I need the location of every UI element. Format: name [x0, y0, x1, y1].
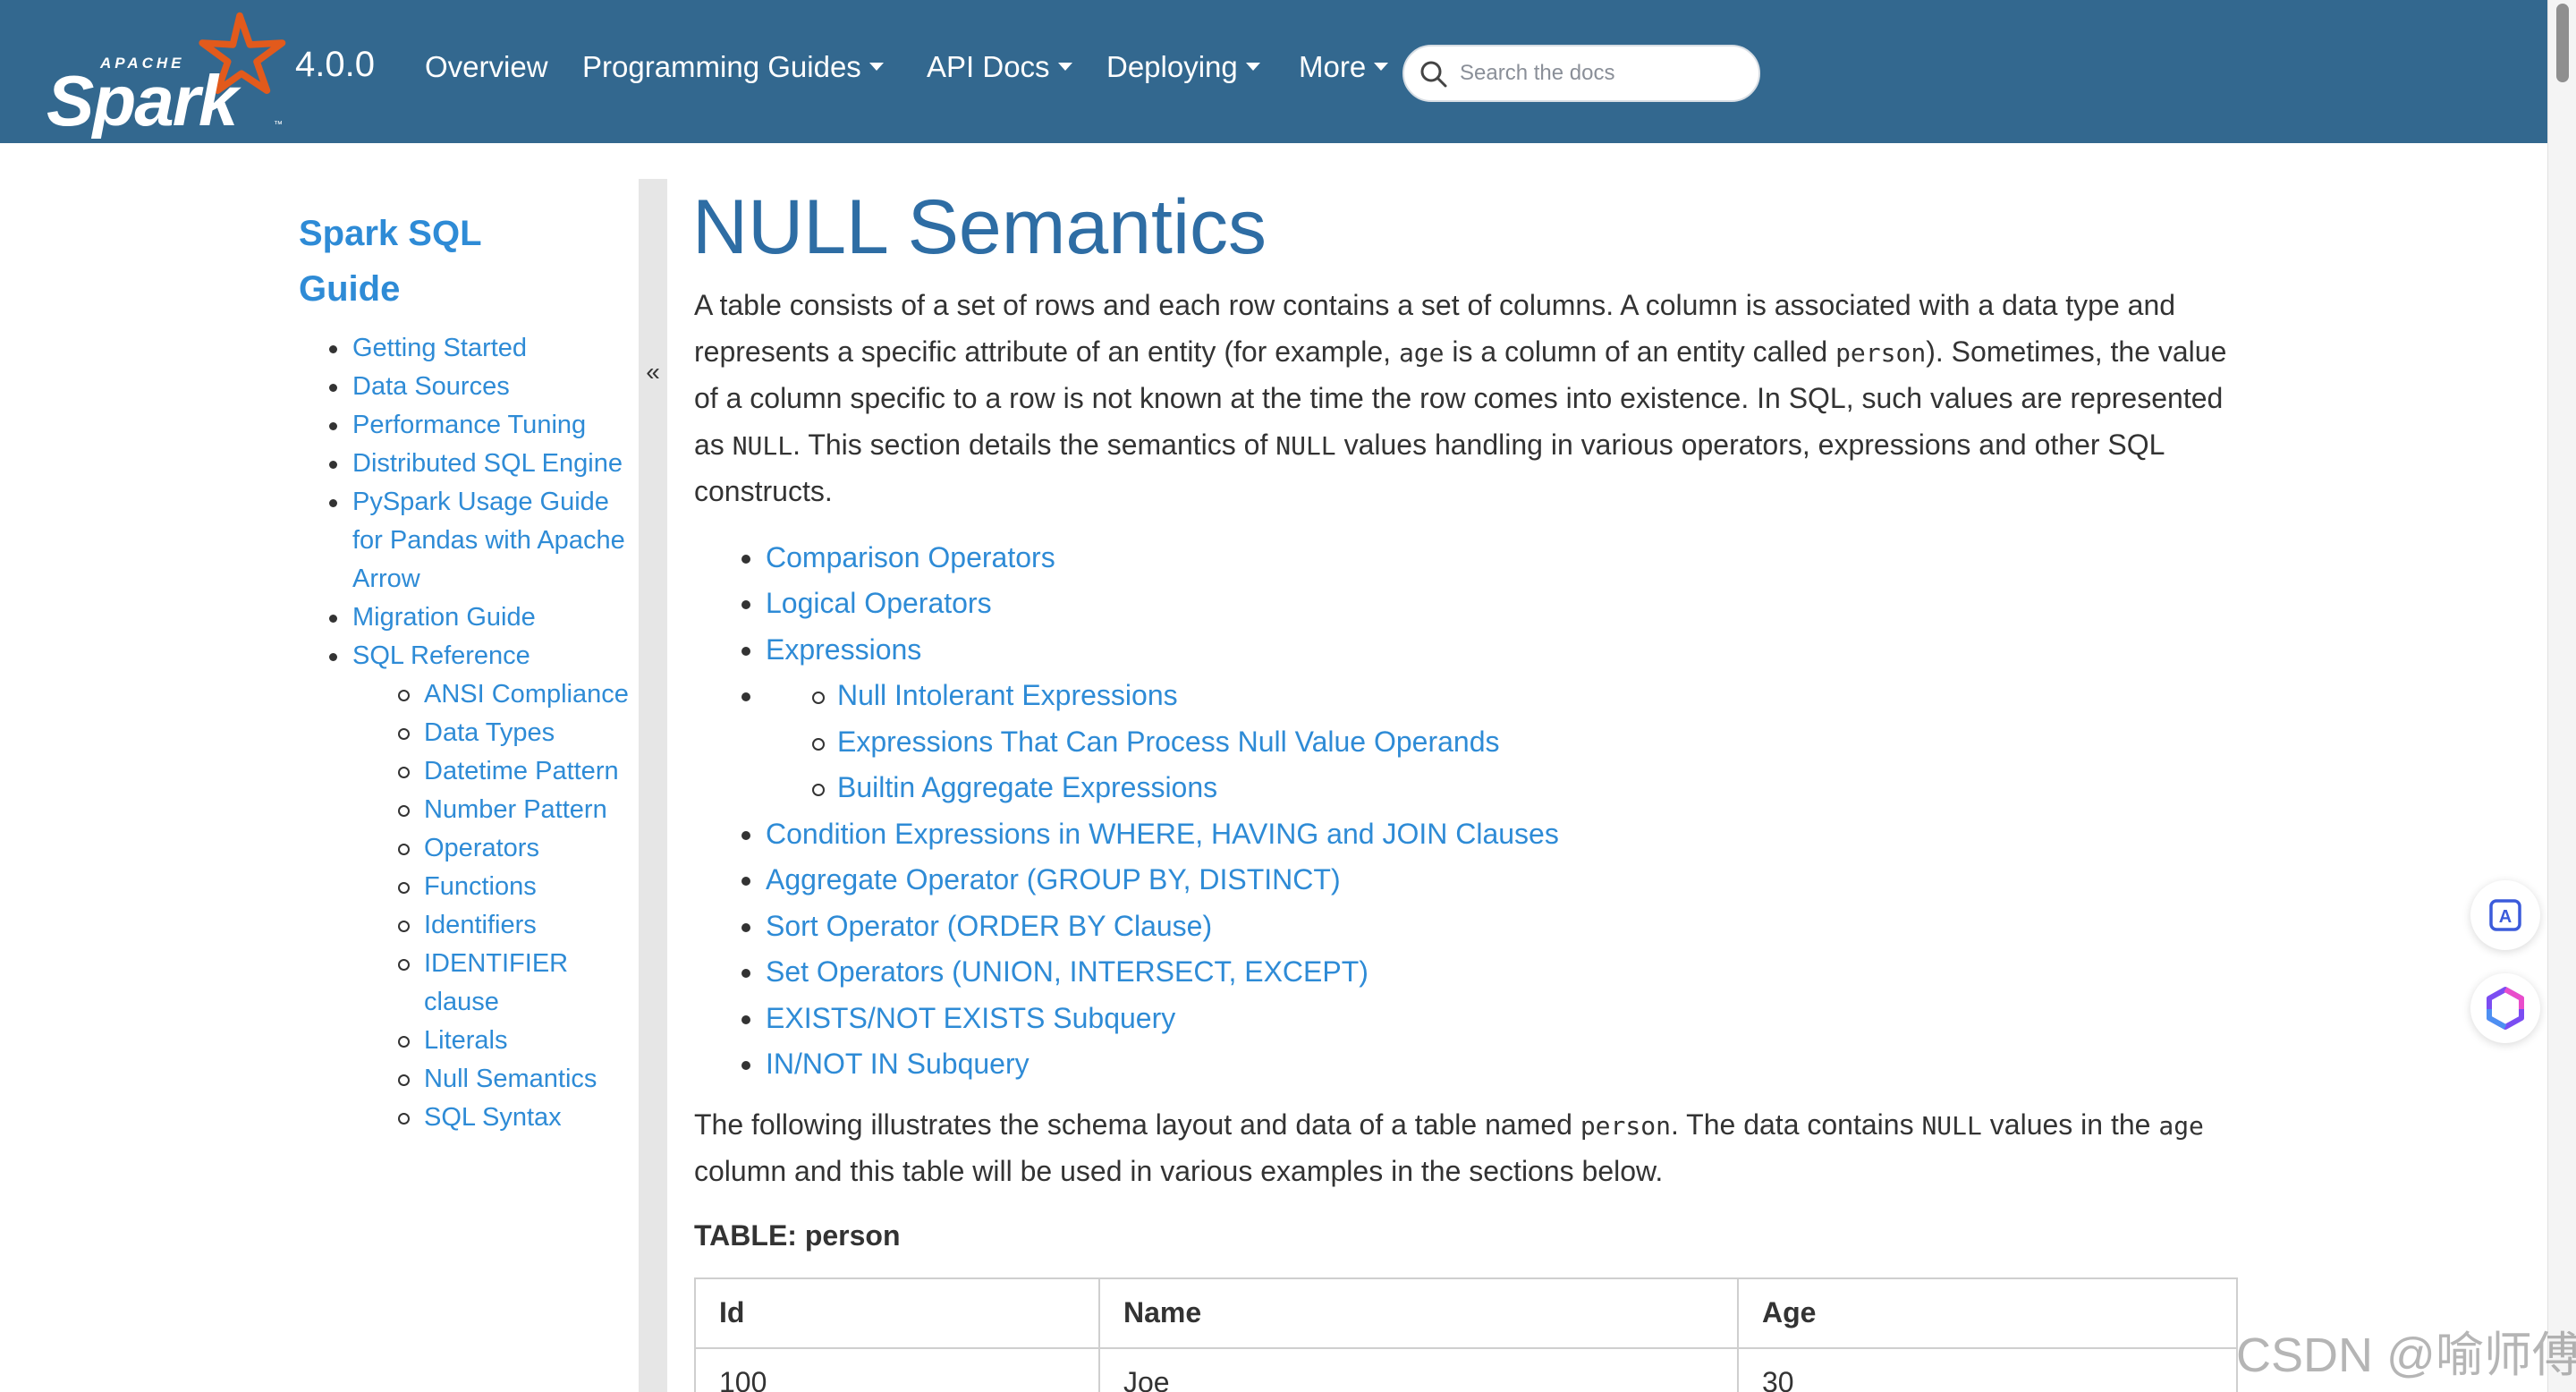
toc-exists-subquery[interactable]: EXISTS/NOT EXISTS Subquery: [694, 996, 2250, 1042]
toc-expressions[interactable]: Expressions: [694, 627, 2250, 674]
main-content: NULL Semantics A table consists of a set…: [692, 182, 2250, 1392]
search-box[interactable]: [1402, 45, 1760, 102]
caret-down-icon: [1245, 62, 1260, 71]
code-null: NULL: [1275, 430, 1336, 461]
translate-icon: A: [2489, 899, 2521, 931]
sidebar-subitem-null-semantics[interactable]: Null Semantics: [299, 1060, 639, 1099]
person-table: Id Name Age 100 Joe 30: [694, 1277, 2238, 1392]
sidebar-list: Getting Started Data Sources Performance…: [299, 329, 639, 675]
code-null: NULL: [1921, 1110, 1982, 1141]
sidebar-collapse-bar[interactable]: «: [639, 179, 667, 1392]
toc-expressions-null-operands[interactable]: Expressions That Can Process Null Value …: [694, 719, 2250, 766]
toc-comparison-operators[interactable]: Comparison Operators: [694, 535, 2250, 581]
intro-paragraph: A table consists of a set of rows and ea…: [694, 289, 2227, 507]
table-row: 100 Joe 30: [694, 1346, 2238, 1392]
toc-sort-operator[interactable]: Sort Operator (ORDER BY Clause): [694, 904, 2250, 950]
sidebar-subitem-functions[interactable]: Functions: [299, 868, 639, 906]
schema-paragraph: The following illustrates the schema lay…: [694, 1108, 2204, 1188]
table-cell: 100: [694, 1346, 1100, 1392]
caret-down-icon: [869, 62, 884, 71]
sidebar-subitem-identifiers[interactable]: Identifiers: [299, 906, 639, 945]
sidebar-subitem-operators[interactable]: Operators: [299, 829, 639, 868]
toc-builtin-aggregate-expressions[interactable]: Builtin Aggregate Expressions: [694, 765, 2250, 811]
code-age: age: [1398, 337, 1445, 368]
column-header-age: Age: [1737, 1277, 2238, 1349]
nav-overview[interactable]: Overview: [425, 50, 548, 84]
column-header-id: Id: [694, 1277, 1100, 1349]
code-age: age: [2158, 1110, 2204, 1141]
collapse-sidebar-icon[interactable]: «: [641, 358, 665, 386]
toc-condition-expressions[interactable]: Condition Expressions in WHERE, HAVING a…: [694, 811, 2250, 858]
column-header-name: Name: [1098, 1277, 1739, 1349]
toc-logical-operators[interactable]: Logical Operators: [694, 581, 2250, 627]
brand-large: Spark: [47, 61, 242, 139]
toc-aggregate-operator[interactable]: Aggregate Operator (GROUP BY, DISTINCT): [694, 857, 2250, 904]
svg-text:A: A: [2499, 907, 2512, 927]
sidebar-subitem-number-pattern[interactable]: Number Pattern: [299, 791, 639, 829]
sidebar-sublist: ANSI Compliance Data Types Datetime Patt…: [299, 675, 639, 1137]
sidebar-subitem-identifier-clause[interactable]: IDENTIFIER clause: [299, 945, 639, 1022]
scrollbar-thumb[interactable]: [2556, 4, 2569, 82]
sidebar-item-migration-guide[interactable]: Migration Guide: [299, 598, 639, 637]
sidebar-subitem-ansi-compliance[interactable]: ANSI Compliance: [299, 675, 639, 714]
top-navbar: APACHE Spark ™ 4.0.0 Overview Programmin…: [0, 0, 2547, 143]
table-cell: Joe: [1098, 1346, 1739, 1392]
nav-more[interactable]: More: [1299, 50, 1389, 84]
table-caption: TABLE: person: [694, 1218, 901, 1252]
caret-down-icon: [1374, 62, 1389, 71]
sidebar: Spark SQL Guide Getting Started Data Sou…: [299, 206, 639, 1293]
toc-in-subquery[interactable]: IN/NOT IN Subquery: [694, 1041, 2250, 1088]
nav-programming-guides[interactable]: Programming Guides: [582, 50, 884, 84]
table-of-contents: Comparison Operators Logical Operators E…: [694, 535, 2250, 1088]
ai-assistant-button[interactable]: [2470, 973, 2540, 1043]
toc-null-intolerant-expressions[interactable]: Null Intolerant Expressions: [694, 673, 2250, 719]
svg-text:™: ™: [274, 120, 283, 130]
sidebar-item-data-sources[interactable]: Data Sources: [299, 368, 639, 406]
sidebar-subitem-datetime-pattern[interactable]: Datetime Pattern: [299, 752, 639, 791]
sidebar-item-sql-reference[interactable]: SQL Reference: [299, 637, 639, 675]
ai-assistant-icon: [2487, 987, 2524, 1030]
nav-api-docs[interactable]: API Docs: [927, 50, 1072, 84]
watermark: CSDN @喻师傅: [2236, 1328, 2576, 1382]
code-person: person: [1580, 1110, 1671, 1141]
nav-deploying[interactable]: Deploying: [1106, 50, 1260, 84]
code-null: NULL: [732, 430, 793, 461]
code-person: person: [1835, 337, 1927, 368]
page-title: NULL Semantics: [692, 184, 1267, 270]
toc-expressions-sublist-wrapper: Null Intolerant Expressions Expressions …: [694, 673, 2250, 811]
translate-button[interactable]: A: [2470, 880, 2540, 950]
sidebar-item-distributed-sql-engine[interactable]: Distributed SQL Engine: [299, 445, 639, 483]
sidebar-subitem-literals[interactable]: Literals: [299, 1022, 639, 1060]
page-scrollbar[interactable]: [2547, 0, 2576, 1392]
toc-expressions-sublist: Null Intolerant Expressions Expressions …: [694, 673, 2250, 811]
search-input[interactable]: [1460, 55, 1746, 91]
toc-set-operators[interactable]: Set Operators (UNION, INTERSECT, EXCEPT): [694, 949, 2250, 996]
sidebar-subitem-data-types[interactable]: Data Types: [299, 714, 639, 752]
table-cell: 30: [1737, 1346, 2238, 1392]
version-label: 4.0.0: [295, 45, 375, 84]
sidebar-title[interactable]: Spark SQL Guide: [299, 206, 639, 317]
sidebar-subitem-sql-syntax[interactable]: SQL Syntax: [299, 1099, 639, 1137]
spark-logo[interactable]: APACHE Spark ™: [45, 9, 295, 139]
caret-down-icon: [1057, 62, 1072, 71]
sidebar-item-performance-tuning[interactable]: Performance Tuning: [299, 406, 639, 445]
sidebar-item-pyspark-usage-guide[interactable]: PySpark Usage Guide for Pandas with Apac…: [299, 483, 639, 598]
table-header-row: Id Name Age: [694, 1277, 2238, 1349]
search-icon: [1420, 61, 1447, 88]
sidebar-item-getting-started[interactable]: Getting Started: [299, 329, 639, 368]
